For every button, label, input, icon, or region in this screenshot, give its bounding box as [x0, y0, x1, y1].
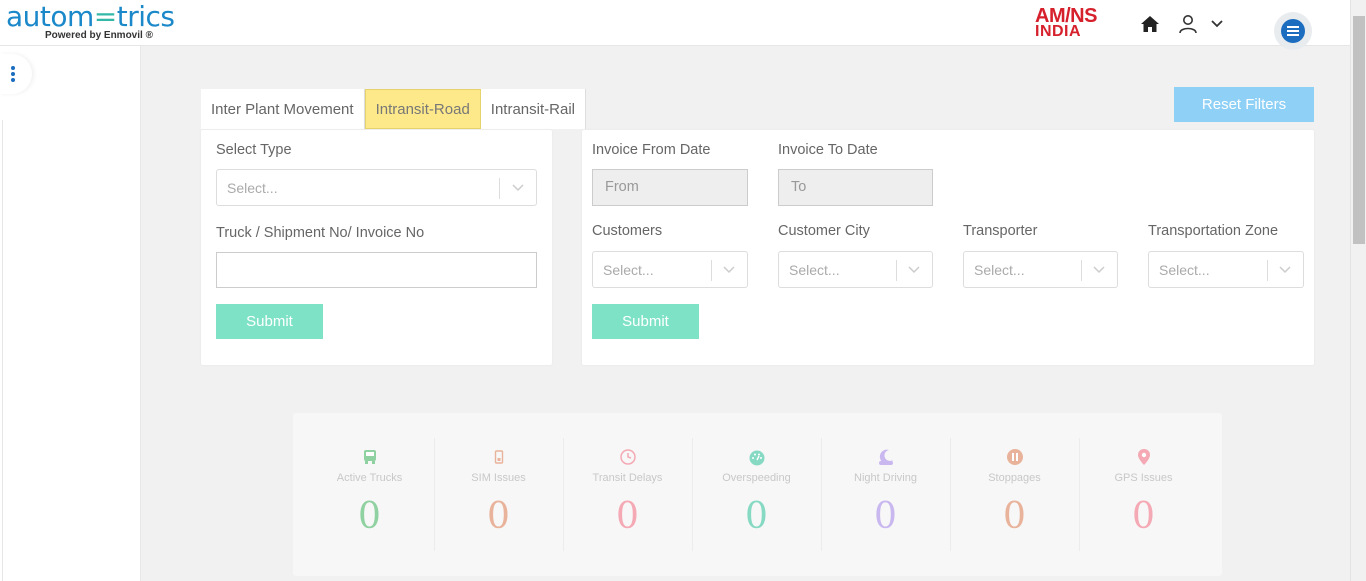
transportation-zone-dropdown[interactable]: Select... — [1148, 251, 1304, 288]
map-pin-icon — [1137, 449, 1150, 465]
stat-stoppages[interactable]: Stoppages 0 — [950, 438, 1079, 552]
customer-city-label: Customer City — [778, 223, 870, 239]
scrollbar-thumb[interactable] — [1353, 16, 1365, 244]
chevron-down-icon — [1093, 266, 1105, 274]
page-scrollbar[interactable] — [1350, 0, 1366, 581]
chevron-down-icon — [723, 266, 735, 274]
sidebar-edge — [0, 120, 3, 581]
reset-filters-button[interactable]: Reset Filters — [1174, 87, 1314, 122]
stat-transit-delays[interactable]: Transit Delays 0 — [563, 438, 692, 552]
chevron-down-icon — [1279, 266, 1291, 274]
pause-icon — [1006, 449, 1023, 465]
truck-shipment-invoice-label: Truck / Shipment No/ Invoice No — [216, 225, 425, 241]
transporter-dropdown[interactable]: Select... — [963, 251, 1118, 288]
chevron-down-icon — [908, 266, 920, 274]
sidebar — [0, 46, 141, 581]
logo-tagline: Powered by Enmovil ® — [45, 30, 153, 41]
home-icon[interactable] — [1140, 15, 1160, 33]
customers-dropdown[interactable]: Select... — [592, 251, 748, 288]
amns-india-logo: AM/NS INDIA — [1035, 5, 1097, 36]
hamburger-menu-icon — [1281, 19, 1305, 43]
truck-icon — [363, 450, 376, 464]
stat-sim-issues[interactable]: SIM Issues 0 — [434, 438, 563, 552]
select-type-label: Select Type — [216, 142, 292, 158]
transportation-zone-label: Transportation Zone — [1148, 223, 1279, 239]
top-navbar: autom=trics Powered by Enmovil ® AM/NS I… — [0, 0, 1350, 50]
stat-overspeeding[interactable]: Overspeeding 0 — [692, 438, 821, 552]
search-filter-card: Select Type Select... Truck / Shipment N… — [201, 130, 552, 365]
stat-active-trucks[interactable]: Active Trucks 0 — [305, 438, 434, 552]
clock-icon — [619, 449, 636, 465]
submit-button[interactable]: Submit — [592, 304, 699, 339]
truck-shipment-invoice-input[interactable] — [216, 252, 537, 288]
tab-intransit-rail[interactable]: Intransit-Rail — [481, 89, 586, 129]
customers-label: Customers — [592, 223, 663, 239]
submit-button[interactable]: Submit — [216, 304, 323, 339]
hamburger-menu-button[interactable] — [1274, 12, 1312, 50]
status-summary-panel: Active Trucks 0 SIM Issues 0 Transit Del… — [293, 413, 1222, 576]
speedometer-icon — [749, 450, 764, 466]
invoice-from-date-label: Invoice From Date — [592, 142, 711, 158]
user-icon[interactable] — [1178, 14, 1198, 34]
tab-inter-plant-movement[interactable]: Inter Plant Movement — [201, 89, 365, 129]
chevron-down-icon — [512, 184, 524, 192]
invoice-filter-card: Invoice From Date From Invoice To Date T… — [582, 130, 1314, 365]
logo-wordmark: autom=trics — [6, 0, 175, 33]
movement-tabs: Inter Plant Movement Intransit-Road Intr… — [201, 89, 586, 129]
select-placeholder: Select... — [227, 180, 278, 196]
invoice-to-date-input[interactable]: To — [778, 169, 933, 206]
transporter-label: Transporter — [963, 223, 1038, 239]
moon-icon — [878, 449, 893, 465]
stat-gps-issues[interactable]: GPS Issues 0 — [1079, 438, 1208, 552]
tab-intransit-road[interactable]: Intransit-Road — [364, 89, 481, 129]
stat-night-driving[interactable]: Night Driving 0 — [821, 438, 950, 552]
invoice-to-date-label: Invoice To Date — [778, 142, 878, 158]
chevron-down-icon[interactable] — [1210, 19, 1224, 29]
customer-city-dropdown[interactable]: Select... — [778, 251, 933, 288]
invoice-from-date-input[interactable]: From — [592, 169, 748, 206]
sim-card-icon — [494, 450, 503, 464]
select-type-dropdown[interactable]: Select... — [216, 169, 537, 206]
automatrics-logo[interactable]: autom=trics Powered by Enmovil ® — [6, 0, 175, 42]
